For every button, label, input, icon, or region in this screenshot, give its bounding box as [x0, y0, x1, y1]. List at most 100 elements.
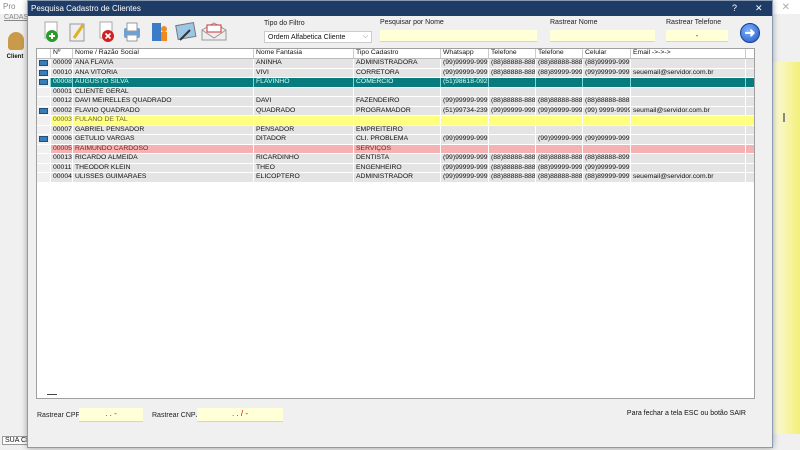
delete-button[interactable] [96, 20, 120, 44]
search-name-input[interactable] [380, 30, 537, 42]
table-cell [441, 116, 489, 125]
contacts-button[interactable] [148, 20, 172, 44]
table-cell: (51)99734-2390 [443, 106, 489, 115]
table-cell: (99)99999-9999 [491, 106, 536, 115]
table-row[interactable]: 00002 FLAVIO QUADRADO QUADRADO PROGRAMADOR(… [37, 106, 754, 116]
table-cell: (88)88888-8888 [491, 59, 536, 68]
table-row[interactable]: 00012 DAVI MEIRELLES QUADRADO DAVI FAZENDEI… [37, 97, 754, 107]
table-row[interactable]: 00013 RICARDO ALMEIDA RICARDINHO DENTISTA (9… [37, 154, 754, 164]
table-cell: (99)99999-9999 [443, 68, 489, 77]
table-cell [583, 116, 631, 125]
table-row[interactable]: 00010 ANA VITORIA VIVI CORRETORA (99)99999-9… [37, 68, 754, 78]
table-row[interactable]: 00008 AUGUSTO SILVA FLAVINHO COMERCIO (51)98… [37, 78, 754, 88]
record-icon [39, 136, 48, 142]
table-cell: QUADRADO [254, 106, 354, 115]
table-cell: GETULIO VARGAS [73, 135, 254, 144]
table-row[interactable]: 00004 ULISSES GUIMARAES ELICOPTERO ADMINIST… [37, 173, 754, 183]
email-button[interactable] [200, 20, 228, 44]
table-cell [254, 87, 354, 96]
table-cell [489, 125, 536, 134]
table-cell: (88)89999-9999 [585, 173, 631, 182]
table-cell: (88)88888-8888 [491, 173, 536, 182]
column-header[interactable]: Whatsapp [441, 49, 489, 58]
search-go-button[interactable]: ➜ [740, 23, 760, 43]
table-cell: seumail@servidor.com.br [631, 106, 746, 115]
table-cell: CLI. PROBLEMA [354, 135, 441, 144]
table-row[interactable]: 00003 FULANO DE TAL [37, 116, 754, 126]
column-header[interactable]: Tipo Cadastro [354, 49, 441, 58]
background-clients-button[interactable]: Client [2, 28, 28, 64]
table-cell: 00007 [53, 125, 73, 134]
column-header[interactable]: Telefone [489, 49, 536, 58]
table-cell: 00005 [53, 144, 73, 153]
column-header[interactable]: Telefone [536, 49, 583, 58]
table-cell: (99)99999-9999 [443, 135, 489, 144]
cpf-input[interactable]: . . - [79, 408, 143, 422]
clients-grid[interactable]: Nº Nome / Razão Social Nome Fantasia Tipo C… [36, 48, 755, 399]
row-indicator [37, 106, 51, 115]
printer-icon [124, 22, 140, 42]
table-cell [583, 78, 631, 87]
table-cell: 00013 [53, 154, 73, 163]
table-row[interactable]: 00005 RAIMUNDO CARDOSO SERVIÇOS [37, 144, 754, 154]
cnpj-input[interactable]: . . / - [197, 408, 283, 422]
table-cell: ANINHA [254, 59, 354, 68]
table-cell: THEODOR KLEIN [73, 163, 254, 172]
table-cell: (88)88888-8888 [538, 173, 583, 182]
column-header[interactable]: Nome / Razão Social [73, 49, 254, 58]
column-header[interactable]: Nº [51, 49, 73, 58]
print-button[interactable] [120, 20, 144, 44]
table-cell [536, 87, 583, 96]
arrow-right-icon: ➜ [744, 25, 756, 40]
table-cell: SERVIÇOS [354, 144, 441, 153]
cpf-label: Rastrear CPF [37, 412, 80, 419]
column-header[interactable]: Celular [583, 49, 631, 58]
table-row[interactable]: 00001 CLIENTE GERAL [37, 87, 754, 97]
row-indicator [37, 68, 51, 77]
close-button[interactable]: ✕ [755, 3, 763, 14]
horizontal-scrollbar[interactable] [47, 394, 57, 395]
export-button[interactable] [174, 20, 198, 44]
add-button[interactable] [40, 20, 64, 44]
table-cell: RICARDO ALMEIDA [73, 154, 254, 163]
vertical-scrollbar[interactable] [783, 113, 785, 122]
filter-type-select[interactable]: Ordem Alfabetica Cliente ⌵ [264, 31, 372, 43]
table-cell: FULANO DE TAL [73, 116, 254, 125]
table-cell: (88)88888-8888 [538, 97, 583, 106]
table-cell: (99)99999-9999 [443, 97, 489, 106]
help-button[interactable]: ? [732, 3, 737, 13]
header-icon-col [37, 49, 51, 58]
table-cell [583, 125, 631, 134]
record-icon [39, 79, 48, 85]
background-menu[interactable]: CADAS [4, 14, 28, 21]
table-row[interactable]: 00006 GETULIO VARGAS DITADOR CLI. PROBLEMA(… [37, 135, 754, 145]
table-cell: (88)88888-8888 [585, 97, 631, 106]
table-row[interactable]: 00011 THEODOR KLEIN THEO ENGENHEIRO (99)9999… [37, 163, 754, 173]
delete-icon [99, 21, 114, 42]
table-cell: seuemail@servidor.com.br [631, 173, 746, 182]
track-phone-input[interactable]: - [666, 30, 728, 42]
track-name-input[interactable] [550, 30, 655, 42]
edit-button[interactable] [66, 20, 90, 44]
table-cell [631, 87, 746, 96]
background-close-icon[interactable]: ✕ [782, 2, 790, 13]
table-cell: GABRIEL PENSADOR [73, 125, 254, 134]
table-cell: (88)99999-9999 [538, 163, 583, 172]
table-cell [631, 144, 746, 153]
table-cell: (99)99999-9999 [538, 106, 583, 115]
table-cell [254, 144, 354, 153]
table-cell [489, 144, 536, 153]
column-header[interactable]: Email ->->-> [631, 49, 746, 58]
table-cell: THEO [254, 163, 354, 172]
table-cell: 00006 [53, 135, 73, 144]
column-header[interactable]: Nome Fantasia [254, 49, 354, 58]
table-row[interactable]: 00007 GABRIEL PENSADOR PENSADOR EMPREITEIRO [37, 125, 754, 135]
table-row[interactable]: 00009 ANA FLAVIA ANINHA ADMINISTRADORA (99)9… [37, 59, 754, 69]
row-indicator [37, 154, 51, 163]
table-cell: 00004 [53, 173, 73, 182]
table-cell [631, 59, 746, 68]
table-cell: ANA VITORIA [73, 68, 254, 77]
table-cell [354, 87, 441, 96]
table-cell: 00008 [53, 78, 73, 87]
background-panel [772, 62, 800, 434]
